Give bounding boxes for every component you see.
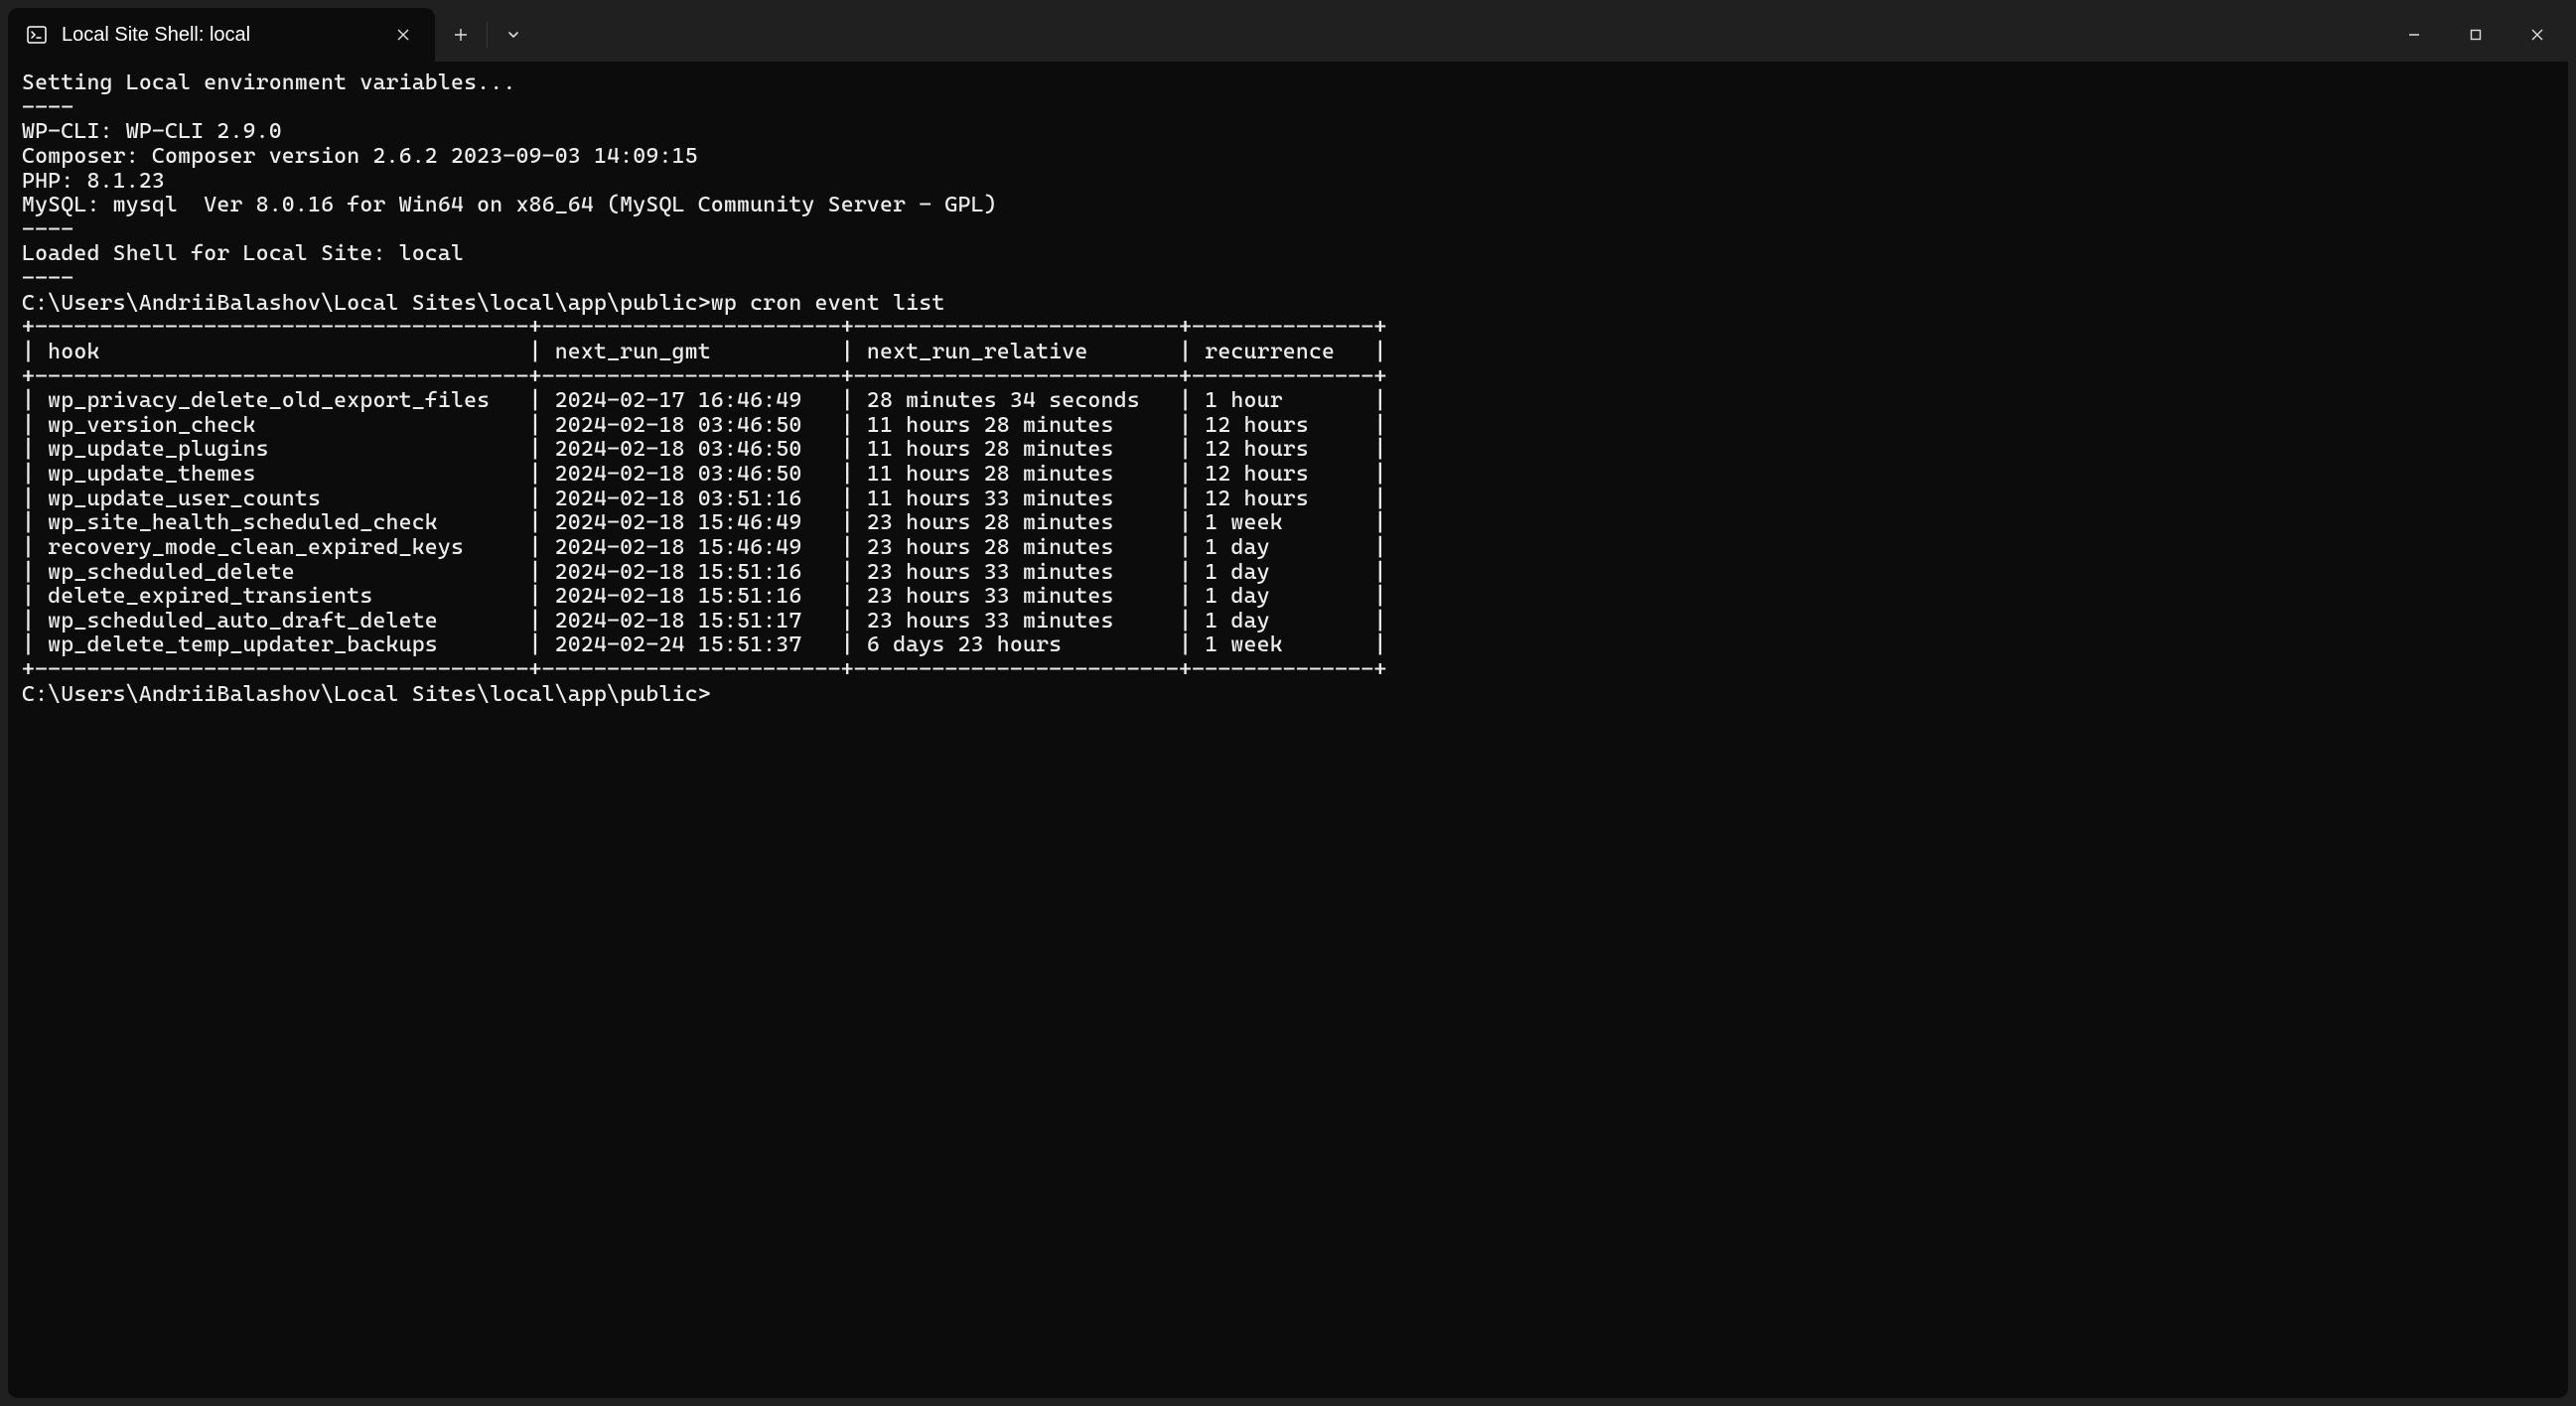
table-row: | wp_update_user_counts | 2024-02-18 03:… bbox=[22, 488, 2554, 512]
prompt-line: C:\Users\AndriiBalashov\Local Sites\loca… bbox=[22, 683, 2554, 708]
table-row: | wp_update_plugins | 2024-02-18 03:46:5… bbox=[22, 438, 2554, 463]
tab-active[interactable]: Local Site Shell: local bbox=[8, 8, 435, 62]
wpcli-line: WP-CLI: WP-CLI 2.9.0 bbox=[22, 120, 2554, 145]
separator-line: ---- bbox=[22, 267, 2554, 292]
table-row: | wp_privacy_delete_old_export_files | 2… bbox=[22, 389, 2554, 414]
table-row: | delete_expired_transients | 2024-02-18… bbox=[22, 585, 2554, 610]
plus-icon bbox=[453, 27, 469, 43]
composer-line: Composer: Composer version 2.6.2 2023-09… bbox=[22, 145, 2554, 170]
window-maximize-button[interactable] bbox=[2445, 8, 2506, 62]
minimize-icon bbox=[2407, 28, 2421, 42]
close-icon bbox=[2530, 28, 2544, 42]
mysql-line: MySQL: mysql Ver 8.0.16 for Win64 on x86… bbox=[22, 194, 2554, 218]
table-row: | wp_delete_temp_updater_backups | 2024-… bbox=[22, 633, 2554, 658]
env-line: Setting Local environment variables... bbox=[22, 71, 2554, 96]
window-controls bbox=[2383, 8, 2568, 62]
table-row: | wp_update_themes | 2024-02-18 03:46:50… bbox=[22, 463, 2554, 488]
table-row: | recovery_mode_clean_expired_keys | 202… bbox=[22, 536, 2554, 561]
loaded-shell-line: Loaded Shell for Local Site: local bbox=[22, 242, 2554, 267]
php-line: PHP: 8.1.23 bbox=[22, 170, 2554, 195]
tab-dropdown-button[interactable] bbox=[488, 8, 539, 62]
chevron-down-icon bbox=[506, 28, 520, 42]
titlebar-drag-area[interactable] bbox=[539, 8, 2383, 62]
close-icon bbox=[396, 28, 410, 42]
table-border: +--------------------------------------+… bbox=[22, 365, 2554, 390]
terminal-output[interactable]: Setting Local environment variables...--… bbox=[8, 62, 2568, 1398]
terminal-icon bbox=[26, 24, 48, 46]
table-row: | wp_version_check | 2024-02-18 03:46:50… bbox=[22, 414, 2554, 439]
separator-line: ---- bbox=[22, 218, 2554, 243]
table-header: | hook | next_run_gmt | next_run_relativ… bbox=[22, 341, 2554, 365]
new-tab-button[interactable] bbox=[435, 8, 487, 62]
table-row: | wp_site_health_scheduled_check | 2024-… bbox=[22, 511, 2554, 536]
title-bar: Local Site Shell: local bbox=[8, 8, 2568, 62]
separator-line: ---- bbox=[22, 96, 2554, 121]
terminal-window: Local Site Shell: local bbox=[8, 8, 2568, 1398]
table-border: +--------------------------------------+… bbox=[22, 658, 2554, 683]
tab-title: Local Site Shell: local bbox=[62, 24, 250, 47]
maximize-icon bbox=[2469, 28, 2483, 42]
table-row: | wp_scheduled_delete | 2024-02-18 15:51… bbox=[22, 561, 2554, 586]
command-line: C:\Users\AndriiBalashov\Local Sites\loca… bbox=[22, 292, 2554, 317]
table-row: | wp_scheduled_auto_draft_delete | 2024-… bbox=[22, 610, 2554, 634]
window-minimize-button[interactable] bbox=[2383, 8, 2445, 62]
window-close-button[interactable] bbox=[2506, 8, 2568, 62]
table-border: +--------------------------------------+… bbox=[22, 316, 2554, 341]
tab-close-button[interactable] bbox=[391, 23, 415, 47]
